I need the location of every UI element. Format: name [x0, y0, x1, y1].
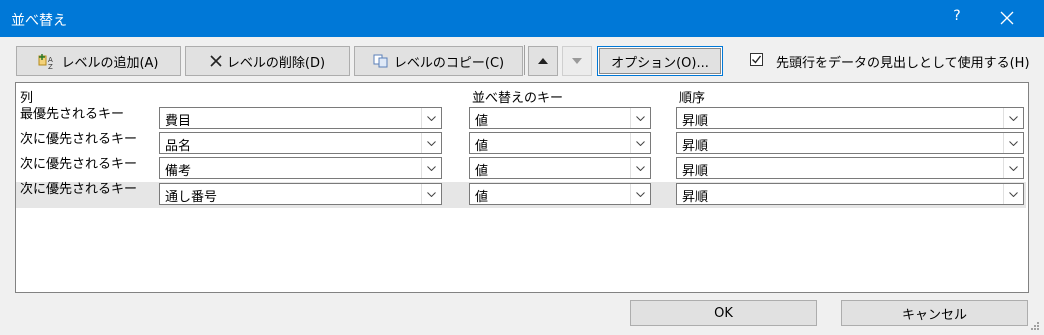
svg-text:Z: Z	[48, 63, 53, 69]
sort-on-select-value: 値	[475, 164, 489, 179]
chevron-down-icon[interactable]	[630, 108, 650, 128]
ok-label: OK	[714, 305, 733, 321]
header-row-checkbox[interactable]	[750, 53, 763, 66]
sort-on-header: 並べ替えのキー	[472, 91, 564, 106]
cancel-button[interactable]: キャンセル	[841, 300, 1028, 326]
column-select[interactable]: 費目	[159, 107, 442, 129]
order-select[interactable]: 昇順	[676, 157, 1024, 179]
resize-grip-icon[interactable]	[1030, 321, 1040, 331]
move-up-button[interactable]	[528, 46, 558, 76]
chevron-down-icon[interactable]	[421, 108, 441, 128]
sort-on-select[interactable]: 値	[469, 107, 651, 129]
column-select-value: 費目	[165, 114, 192, 129]
column-select-value: 通し番号	[165, 190, 218, 205]
copy-icon	[373, 54, 389, 68]
chevron-down-icon[interactable]	[1003, 108, 1023, 128]
ok-button[interactable]: OK	[630, 300, 817, 326]
sort-levels-list: 列 並べ替えのキー 順序 最優先されるキー 費目 値 昇順 次に優先されるキー …	[15, 82, 1029, 293]
column-select-value: 備考	[165, 164, 192, 179]
row-label: 次に優先されるキー	[20, 132, 138, 147]
chevron-down-icon[interactable]	[1003, 158, 1023, 178]
column-select-value: 品名	[165, 139, 192, 154]
sort-on-select[interactable]: 値	[469, 132, 651, 154]
add-level-label: レベルの追加(A)	[61, 55, 159, 71]
chevron-down-icon[interactable]	[630, 158, 650, 178]
delete-level-label: レベルの削除(D)	[226, 55, 326, 71]
header-row-checkbox-label[interactable]: 先頭行をデータの見出しとして使用する(H)	[776, 52, 1030, 71]
chevron-down-icon[interactable]	[630, 184, 650, 204]
title-bar: 並べ替え ?	[0, 0, 1044, 37]
row-label: 次に優先されるキー	[20, 157, 138, 172]
chevron-down-icon[interactable]	[421, 184, 441, 204]
sort-on-select-value: 値	[475, 190, 489, 205]
order-select-value: 昇順	[682, 190, 709, 205]
order-header: 順序	[679, 91, 706, 106]
sort-on-select[interactable]: 値	[469, 183, 651, 205]
sort-on-select-value: 値	[475, 139, 489, 154]
cancel-label: キャンセル	[901, 307, 967, 323]
column-header: 列	[20, 91, 34, 106]
chevron-down-icon[interactable]	[421, 158, 441, 178]
chevron-down-icon[interactable]	[630, 133, 650, 153]
window-title: 並べ替え	[11, 13, 67, 29]
options-label: オプション(O)...	[611, 55, 709, 71]
column-select[interactable]: 通し番号	[159, 183, 442, 205]
options-button[interactable]: オプション(O)...	[597, 46, 723, 76]
order-select[interactable]: 昇順	[676, 107, 1024, 129]
triangle-down-icon	[572, 58, 582, 64]
row-label: 最優先されるキー	[20, 107, 125, 122]
add-level-icon: A Z	[38, 53, 56, 69]
chevron-down-icon[interactable]	[421, 133, 441, 153]
sort-on-select-value: 値	[475, 114, 489, 129]
add-level-button[interactable]: A Z レベルの追加(A)	[16, 46, 181, 76]
sort-on-select[interactable]: 値	[469, 157, 651, 179]
help-button[interactable]: ?	[950, 8, 964, 24]
checkmark-icon	[752, 55, 762, 64]
order-select-value: 昇順	[682, 114, 709, 129]
column-select[interactable]: 品名	[159, 132, 442, 154]
order-select[interactable]: 昇順	[676, 132, 1024, 154]
row-label: 次に優先されるキー	[20, 182, 138, 197]
copy-level-button[interactable]: レベルのコピー(C)	[354, 46, 523, 76]
toolbar-separator	[524, 45, 525, 75]
column-select[interactable]: 備考	[159, 157, 442, 179]
order-select-value: 昇順	[682, 139, 709, 154]
delete-x-icon	[210, 55, 222, 67]
order-select-value: 昇順	[682, 164, 709, 179]
chevron-down-icon[interactable]	[1003, 184, 1023, 204]
triangle-up-icon	[538, 58, 548, 64]
copy-level-label: レベルのコピー(C)	[393, 55, 505, 71]
chevron-down-icon[interactable]	[1003, 133, 1023, 153]
close-icon[interactable]	[996, 7, 1018, 29]
order-select[interactable]: 昇順	[676, 183, 1024, 205]
move-down-button[interactable]	[562, 46, 592, 76]
delete-level-button[interactable]: レベルの削除(D)	[185, 46, 350, 76]
